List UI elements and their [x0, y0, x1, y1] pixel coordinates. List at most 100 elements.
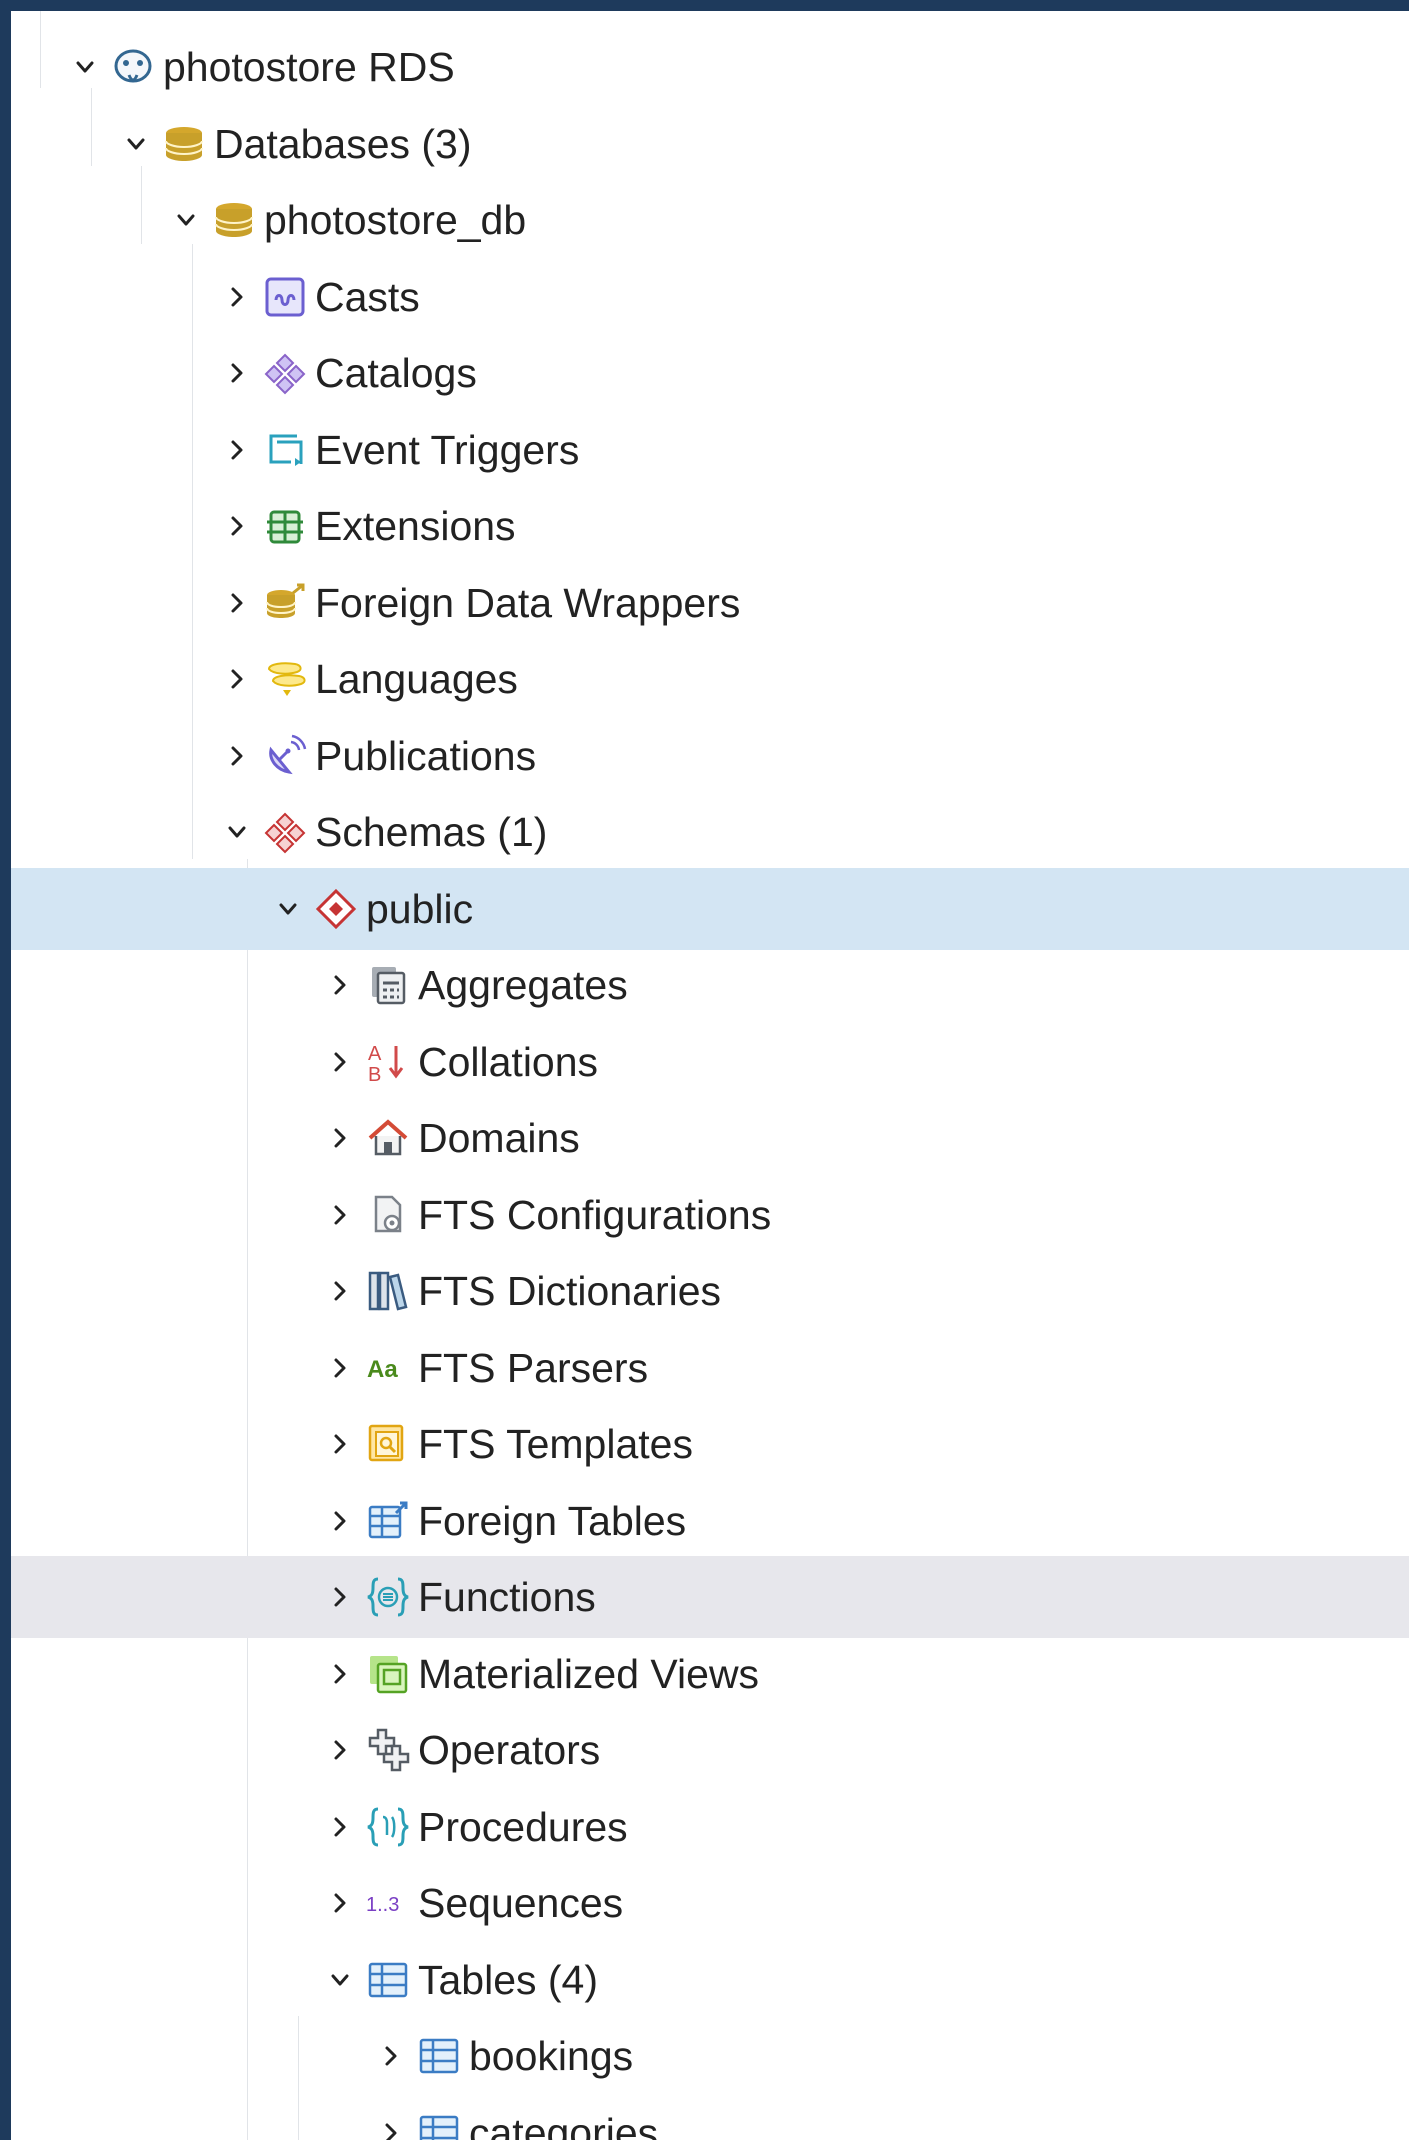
tree-node-collations[interactable]: A B Collations: [11, 1021, 1409, 1103]
tree-node-foreign-tables[interactable]: Foreign Tables: [11, 1480, 1409, 1562]
tree-node-label: Procedures: [418, 1804, 628, 1850]
tree-node-sequences[interactable]: 1..3 Sequences: [11, 1862, 1409, 1944]
tree-node-extensions[interactable]: Extensions: [11, 485, 1409, 567]
chevron-right-icon[interactable]: [322, 1250, 358, 1332]
tree-node-label: Catalogs: [315, 350, 477, 396]
table-icon: [417, 2034, 461, 2078]
chevron-right-icon[interactable]: [322, 1021, 358, 1103]
chevron-right-icon[interactable]: [322, 1862, 358, 1944]
tree-node-public[interactable]: public: [11, 868, 1409, 950]
tree-node-tables[interactable]: Tables (4): [11, 1939, 1409, 2021]
chevron-down-icon[interactable]: [322, 1939, 358, 2021]
tree-node-event-triggers[interactable]: Event Triggers: [11, 409, 1409, 491]
casts-icon: [263, 275, 307, 319]
tree-node-label: Materialized Views: [418, 1651, 760, 1697]
chevron-right-icon[interactable]: [322, 1556, 358, 1638]
sequences-icon: 1..3: [366, 1881, 410, 1925]
functions-icon: [366, 1575, 410, 1619]
tree-node-foreign-data-wrappers[interactable]: Foreign Data Wrappers: [11, 562, 1409, 644]
tree-node-casts[interactable]: Casts: [11, 256, 1409, 338]
tree-node-fts-templates[interactable]: FTS Templates: [11, 1403, 1409, 1485]
chevron-right-icon[interactable]: [219, 485, 255, 567]
chevron-right-icon[interactable]: [322, 1327, 358, 1409]
tree-node-label: Casts: [315, 274, 420, 320]
tree-node-domains[interactable]: Domains: [11, 1097, 1409, 1179]
tree-node-photostore-rds[interactable]: photostore RDS: [11, 26, 1409, 108]
tree-node-fts-parsers[interactable]: Aa FTS Parsers: [11, 1327, 1409, 1409]
collations-icon: AB: [366, 1040, 410, 1084]
tree-node-label: Aggregates: [418, 962, 628, 1008]
languages-icon: [263, 657, 307, 701]
svg-text:B: B: [368, 1064, 381, 1084]
chevron-right-icon[interactable]: [373, 2092, 409, 2140]
tree-node-label: FTS Templates: [418, 1421, 693, 1467]
tree-node-procedures[interactable]: Procedures: [11, 1786, 1409, 1868]
tree-node-label: FTS Parsers: [418, 1345, 649, 1391]
chevron-down-icon[interactable]: [67, 26, 103, 108]
database-icon: [212, 198, 256, 242]
operators-icon: [366, 1728, 410, 1772]
domains-icon: [366, 1116, 410, 1160]
tree-node-publications[interactable]: Publications: [11, 715, 1409, 797]
tree-node-bookings[interactable]: bookings: [11, 2015, 1409, 2097]
chevron-down-icon[interactable]: [270, 868, 306, 950]
chevron-right-icon[interactable]: [322, 1633, 358, 1715]
tree-node-photostore-db[interactable]: photostore_db: [11, 179, 1409, 261]
chevron-right-icon[interactable]: [219, 562, 255, 644]
tree-node-label: public: [366, 886, 474, 932]
chevron-right-icon[interactable]: [219, 256, 255, 338]
tree-node-aggregates[interactable]: Aggregates: [11, 944, 1409, 1026]
chevron-right-icon[interactable]: [322, 1480, 358, 1562]
procedures-icon: [366, 1805, 410, 1849]
tree-node-label: Languages: [315, 656, 518, 702]
tree-node-label: Publications: [315, 733, 537, 779]
tree-node-categories[interactable]: categories: [11, 2092, 1409, 2140]
svg-text:1..3: 1..3: [366, 1894, 399, 1916]
fts-dictionaries-icon: [366, 1269, 410, 1313]
tree-node-fts-configurations[interactable]: FTS Configurations: [11, 1174, 1409, 1256]
chevron-down-icon[interactable]: [219, 791, 255, 873]
fts-parsers-icon: Aa: [366, 1346, 410, 1390]
tree-node-catalogs[interactable]: Catalogs: [11, 332, 1409, 414]
tree-node-schemas[interactable]: Schemas (1): [11, 791, 1409, 873]
databases-icon: [162, 122, 206, 166]
publications-icon: [263, 734, 307, 778]
svg-text:Aa: Aa: [367, 1356, 398, 1383]
tree-node-label: Collations: [418, 1039, 599, 1085]
chevron-down-icon[interactable]: [118, 103, 154, 185]
tree-node-functions[interactable]: Functions: [11, 1556, 1409, 1638]
tree-node-fts-dictionaries[interactable]: FTS Dictionaries: [11, 1250, 1409, 1332]
object-explorer-tree: photostore RDS Databases (3) photostore_db…: [11, 11, 1409, 2140]
chevron-right-icon[interactable]: [322, 1786, 358, 1868]
tree-node-label: photostore_db: [264, 197, 527, 243]
tree-node-label: Domains: [418, 1115, 580, 1161]
tree-node-label: Databases (3): [214, 121, 472, 167]
tables-icon: [366, 1958, 410, 2002]
extensions-icon: [263, 504, 307, 548]
tree-node-operators[interactable]: Operators: [11, 1709, 1409, 1791]
fts-configurations-icon: [366, 1193, 410, 1237]
chevron-right-icon[interactable]: [373, 2015, 409, 2097]
fts-templates-icon: [366, 1422, 410, 1466]
chevron-right-icon[interactable]: [322, 1174, 358, 1256]
tree-node-databases[interactable]: Databases (3): [11, 103, 1409, 185]
catalogs-icon: [263, 351, 307, 395]
tree-node-label: Foreign Tables: [418, 1498, 687, 1544]
chevron-right-icon[interactable]: [219, 409, 255, 491]
materialized-views-icon: [366, 1652, 410, 1696]
chevron-right-icon[interactable]: [322, 1709, 358, 1791]
tree-node-label: Event Triggers: [315, 427, 580, 473]
chevron-right-icon[interactable]: [322, 944, 358, 1026]
tree-node-label: Schemas (1): [315, 809, 548, 855]
tree-node-materialized-views[interactable]: Materialized Views: [11, 1633, 1409, 1715]
chevron-right-icon[interactable]: [322, 1097, 358, 1179]
tree-node-label: Operators: [418, 1727, 601, 1773]
chevron-right-icon[interactable]: [322, 1403, 358, 1485]
tree-node-label: photostore RDS: [163, 44, 455, 90]
chevron-right-icon[interactable]: [219, 638, 255, 720]
tree-node-languages[interactable]: Languages: [11, 638, 1409, 720]
chevron-right-icon[interactable]: [219, 715, 255, 797]
chevron-down-icon[interactable]: [168, 179, 204, 261]
schema-icon: [314, 887, 358, 931]
chevron-right-icon[interactable]: [219, 332, 255, 414]
